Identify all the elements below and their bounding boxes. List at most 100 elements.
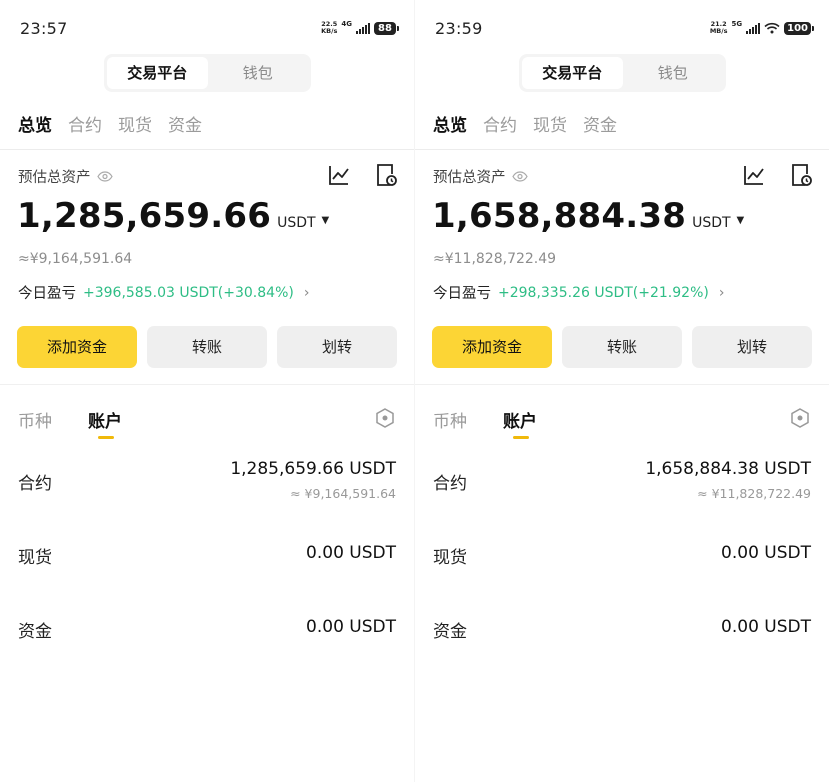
eye-icon[interactable]	[96, 171, 113, 182]
today-pnl-value: +298,335.26 USDT(+21.92%)	[498, 284, 709, 301]
account-row-funding[interactable]: 资金 0.00 USDT	[433, 617, 811, 642]
tab-futures[interactable]: 合约	[68, 111, 102, 136]
action-buttons: 添加资金 转账 划转	[17, 326, 397, 368]
account-balance: 1,658,884.38 USDT	[645, 459, 811, 479]
section-divider	[415, 384, 829, 385]
total-balance-amount: 1,658,884.38	[432, 196, 687, 236]
section-divider	[0, 384, 414, 385]
tab-funding[interactable]: 资金	[168, 111, 202, 136]
account-name: 合约	[18, 474, 52, 494]
asset-tabs: 总览 合约 现货 资金	[18, 111, 202, 136]
account-balance: 0.00 USDT	[721, 543, 811, 563]
caret-down-icon[interactable]: ▼	[322, 215, 330, 226]
history-icon[interactable]	[789, 163, 813, 187]
account-name: 现货	[433, 548, 467, 568]
account-name: 资金	[433, 622, 467, 642]
system-indicators: 22.5 KB/s 4G 88	[321, 20, 399, 35]
divider	[415, 149, 829, 150]
account-cny: ≈ ¥9,164,591.64	[290, 486, 396, 501]
battery-icon: 100	[784, 21, 814, 35]
total-balance-amount: 1,285,659.66	[17, 196, 272, 236]
tab-coin[interactable]: 币种	[18, 407, 52, 432]
divider	[0, 149, 414, 150]
account-row-spot[interactable]: 现货 0.00 USDT	[433, 543, 811, 568]
today-pnl-label: 今日盈亏	[433, 286, 491, 302]
caret-down-icon[interactable]: ▼	[737, 215, 745, 226]
account-cny: ≈ ¥11,828,722.49	[697, 486, 811, 501]
transfer-button[interactable]: 转账	[147, 326, 267, 368]
account-values: 0.00 USDT	[306, 543, 396, 568]
status-bar: 23:57 22.5 KB/s 4G 88	[20, 14, 399, 42]
internal-transfer-button[interactable]: 划转	[277, 326, 397, 368]
account-values: 1,285,659.66 USDT ≈ ¥9,164,591.64	[230, 459, 396, 501]
transfer-button[interactable]: 转账	[562, 326, 682, 368]
internal-transfer-button[interactable]: 划转	[692, 326, 812, 368]
account-balance: 1,285,659.66 USDT	[230, 459, 396, 479]
estimated-assets-label-row: 预估总资产	[433, 166, 528, 187]
cny-equivalent: ≈¥9,164,591.64	[18, 251, 133, 267]
today-pnl-row[interactable]: 今日盈亏 +298,335.26 USDT(+21.92%) ›	[433, 282, 724, 303]
network-generation: 4G	[341, 20, 352, 28]
chart-icon[interactable]	[742, 163, 766, 187]
hexagon-settings-icon[interactable]	[789, 407, 811, 429]
today-pnl-label: 今日盈亏	[18, 286, 76, 302]
network-generation: 5G	[731, 20, 743, 28]
chart-icon[interactable]	[327, 163, 351, 187]
chevron-right-icon[interactable]: ›	[304, 285, 310, 301]
active-tab-underline	[513, 436, 529, 439]
account-values: 1,658,884.38 USDT ≈ ¥11,828,722.49	[645, 459, 811, 501]
tab-account[interactable]: 账户	[503, 407, 537, 439]
network-speed: 22.5 KB/s	[321, 21, 337, 35]
wifi-icon	[764, 22, 780, 34]
hexagon-settings-icon[interactable]	[374, 407, 396, 429]
tab-wallet[interactable]: 钱包	[208, 57, 309, 89]
status-time: 23:57	[20, 18, 68, 38]
tab-coin[interactable]: 币种	[433, 407, 467, 432]
eye-icon[interactable]	[511, 171, 528, 182]
account-values: 0.00 USDT	[721, 617, 811, 642]
account-row-funding[interactable]: 资金 0.00 USDT	[18, 617, 396, 642]
tab-futures[interactable]: 合约	[483, 111, 517, 136]
cny-equivalent: ≈¥11,828,722.49	[433, 251, 557, 267]
estimated-assets-label: 预估总资产	[18, 170, 91, 186]
tab-trading-platform[interactable]: 交易平台	[522, 57, 623, 89]
status-time: 23:59	[435, 18, 483, 38]
active-tab-underline	[98, 436, 114, 439]
tab-funding[interactable]: 资金	[583, 111, 617, 136]
add-funds-button[interactable]: 添加资金	[17, 326, 137, 368]
account-name: 资金	[18, 622, 52, 642]
tab-account[interactable]: 账户	[88, 407, 122, 439]
account-values: 0.00 USDT	[721, 543, 811, 568]
platform-switch: 交易平台 钱包	[104, 54, 311, 92]
app-screen-right: 23:59 21.2 MB/s 5G 100 交易平台 钱包 总览 合约 现货 资…	[414, 0, 829, 782]
tab-spot[interactable]: 现货	[118, 111, 152, 136]
account-balance: 0.00 USDT	[306, 617, 396, 637]
status-bar: 23:59 21.2 MB/s 5G 100	[435, 14, 814, 42]
total-balance: 1,285,659.66 USDT ▼	[17, 196, 329, 236]
tab-overview[interactable]: 总览	[18, 111, 52, 136]
tab-wallet[interactable]: 钱包	[623, 57, 724, 89]
currency-selector[interactable]: USDT	[277, 215, 315, 231]
tab-spot[interactable]: 现货	[533, 111, 567, 136]
account-balance: 0.00 USDT	[306, 543, 396, 563]
view-tabs: 币种 账户	[433, 407, 537, 439]
signal-icon	[356, 22, 370, 34]
asset-tabs: 总览 合约 现货 资金	[433, 111, 617, 136]
currency-selector[interactable]: USDT	[692, 215, 730, 231]
account-name: 现货	[18, 548, 52, 568]
platform-switch: 交易平台 钱包	[519, 54, 726, 92]
history-icon[interactable]	[374, 163, 398, 187]
account-row-futures[interactable]: 合约 1,285,659.66 USDT ≈ ¥9,164,591.64	[18, 459, 396, 501]
add-funds-button[interactable]: 添加资金	[432, 326, 552, 368]
chevron-right-icon[interactable]: ›	[719, 285, 725, 301]
account-row-spot[interactable]: 现货 0.00 USDT	[18, 543, 396, 568]
battery-icon: 88	[374, 21, 399, 35]
account-row-futures[interactable]: 合约 1,658,884.38 USDT ≈ ¥11,828,722.49	[433, 459, 811, 501]
tab-trading-platform[interactable]: 交易平台	[107, 57, 208, 89]
account-name: 合约	[433, 474, 467, 494]
tab-overview[interactable]: 总览	[433, 111, 467, 136]
view-tabs: 币种 账户	[18, 407, 122, 439]
today-pnl-row[interactable]: 今日盈亏 +396,585.03 USDT(+30.84%) ›	[18, 282, 309, 303]
today-pnl-value: +396,585.03 USDT(+30.84%)	[83, 284, 294, 301]
app-screen-left: 23:57 22.5 KB/s 4G 88 交易平台 钱包 总览 合约 现货 资金…	[0, 0, 414, 782]
